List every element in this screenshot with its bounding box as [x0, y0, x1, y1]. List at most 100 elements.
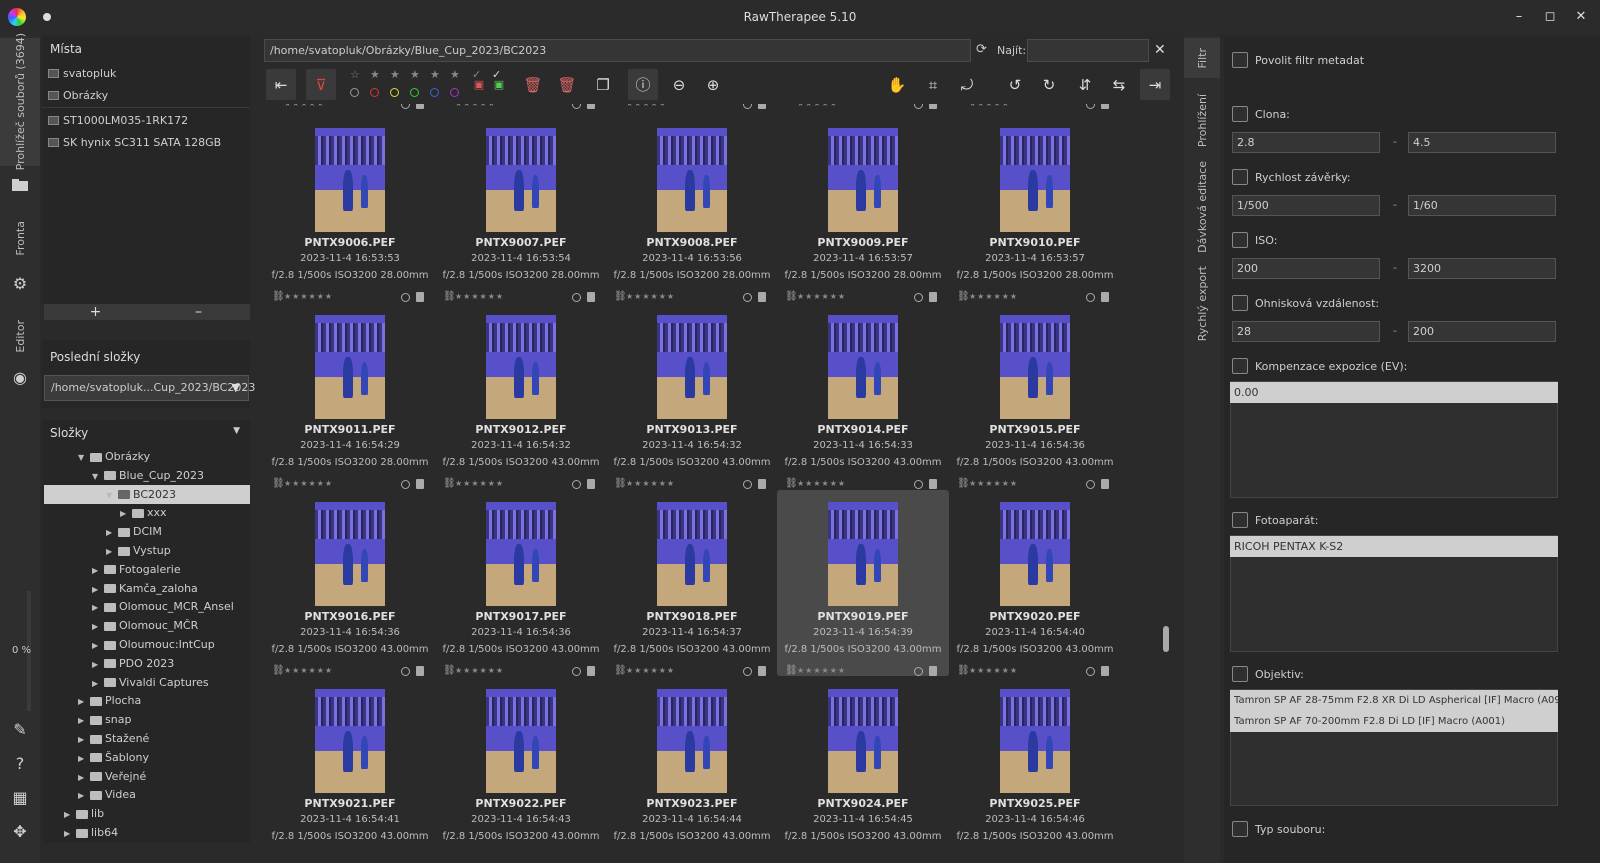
thumbnail-cell[interactable]: ⛓ ★★★★★★ PNTX9018.PEF 2023-11-4 16:54:37 f/2… — [606, 478, 778, 676]
collapsed-arrow-icon[interactable]: ▶ — [106, 523, 116, 542]
link-icon[interactable]: ⛓ — [785, 478, 798, 489]
collapsed-arrow-icon[interactable]: ▶ — [120, 504, 130, 523]
trash-icon[interactable] — [416, 479, 424, 489]
trash-icon[interactable] — [758, 104, 766, 109]
thumbnail-cell[interactable]: ⛓ ★★★★★★ PNTX9015.PEF 2023-11-4 16:54:36 f/2… — [949, 291, 1121, 489]
trash-icon[interactable] — [587, 292, 595, 302]
color-label-icon[interactable] — [572, 293, 581, 302]
color-label-icon[interactable] — [743, 480, 752, 489]
aperture-checkbox[interactable] — [1232, 106, 1248, 122]
folder-tree-item[interactable]: ▶ lib64 — [44, 823, 250, 842]
folder-tree-item[interactable]: ▶ Plocha — [44, 691, 250, 710]
focal-length-checkbox[interactable] — [1232, 295, 1248, 311]
thumbnail-image[interactable] — [486, 128, 556, 232]
collapsed-arrow-icon[interactable]: ▶ — [92, 561, 102, 580]
rating-stars-icon[interactable]: ★★★★★★ — [626, 479, 675, 488]
thumbnail-image[interactable] — [486, 315, 556, 419]
clear-find-icon[interactable]: ✕ — [1154, 42, 1166, 58]
shutter-to-input[interactable]: 1/60 — [1408, 195, 1556, 216]
color-label-red-icon[interactable] — [370, 88, 379, 97]
original-copy-icon[interactable]: ❐ — [592, 69, 614, 100]
color-label-yellow-icon[interactable] — [390, 88, 399, 97]
rating-stars-icon[interactable]: ★★★★★ — [797, 104, 838, 108]
link-icon[interactable]: ⛓ — [957, 478, 970, 489]
thumbnail-image[interactable] — [828, 128, 898, 232]
rotate-left-icon[interactable]: ↺ — [1002, 69, 1028, 100]
trash-icon[interactable] — [758, 292, 766, 302]
camera-value[interactable]: RICOH PENTAX K-S2 — [1230, 536, 1558, 557]
thumbnail-image[interactable] — [1000, 128, 1070, 232]
collapsed-arrow-icon[interactable]: ▶ — [92, 598, 102, 617]
filter-star-icon[interactable]: ★ — [430, 68, 440, 81]
folder-tree-item[interactable]: ▶ xxx — [44, 503, 250, 522]
rating-stars-icon[interactable]: ★★★★★★ — [797, 479, 846, 488]
thumbnail-image[interactable] — [828, 502, 898, 606]
collapsed-arrow-icon[interactable]: ▶ — [92, 655, 102, 674]
tab-queue[interactable]: Fronta — [0, 208, 40, 268]
camera-checkbox[interactable] — [1232, 512, 1248, 528]
thumbnail-cell[interactable]: ⛓ ★★★★★★ PNTX9025.PEF 2023-11-4 16:54:46 f/2… — [949, 665, 1121, 844]
folder-tree-item[interactable]: ▶ Olomouc_MCR_Ansel — [44, 597, 250, 616]
folder-tree-item[interactable]: ▶ Vystup — [44, 541, 250, 560]
thumbnail-cell[interactable]: ⛓ ★★★★★★ PNTX9013.PEF 2023-11-4 16:54:32 f/2… — [606, 291, 778, 489]
thumbnail-cell[interactable]: PNTX9008.PEF 2023-11-4 16:53:56 f/2.8 1/50… — [606, 116, 778, 302]
collapsed-arrow-icon[interactable]: ▶ — [106, 542, 116, 561]
color-label-icon[interactable] — [572, 480, 581, 489]
aperture-icon[interactable]: ◉ — [9, 366, 31, 388]
rating-stars-icon[interactable]: ★★★★★★ — [455, 292, 504, 301]
rating-stars-icon[interactable]: ★★★★★ — [455, 104, 496, 108]
folder-tree-item[interactable]: ▶ Olomouc_MČR — [44, 616, 250, 635]
new-editor-icon[interactable]: ✎ — [9, 718, 31, 740]
toggle-left-panel-icon[interactable]: ⇤ — [266, 69, 296, 100]
shutter-checkbox[interactable] — [1232, 169, 1248, 185]
color-label-blue-icon[interactable] — [430, 88, 439, 97]
link-icon[interactable]: ⛓ — [272, 478, 285, 489]
thumbnail-image[interactable] — [486, 502, 556, 606]
folder-tree-item[interactable]: ▶ Vivaldi Captures — [44, 673, 250, 692]
thumbnail-cell[interactable]: ⛓ ★★★★★★ PNTX9016.PEF 2023-11-4 16:54:36 f/2… — [264, 478, 436, 676]
filter-star-icon[interactable]: ☆ — [350, 68, 360, 81]
folder-tree-item[interactable]: ▶ Videa — [44, 785, 250, 804]
place-item[interactable]: SK hynix SC311 SATA 128GB — [42, 131, 250, 153]
thumbnail-image[interactable] — [657, 689, 727, 793]
color-label-icon[interactable] — [743, 293, 752, 302]
filter-clear-icon[interactable]: ⊽ — [306, 69, 336, 100]
thumbnail-image[interactable] — [828, 689, 898, 793]
rotate-right-icon[interactable]: ↻ — [1036, 69, 1062, 100]
thumbnail-image[interactable] — [315, 502, 385, 606]
thumbnail-image[interactable] — [657, 315, 727, 419]
flip-horizontal-icon[interactable]: ⇆ — [1106, 69, 1132, 100]
color-label-green-icon[interactable] — [410, 88, 419, 97]
folder-tree-item[interactable]: ▶ Fotogalerie — [44, 560, 250, 579]
folder-tree-item[interactable]: ▶ Stažené — [44, 729, 250, 748]
thumbnail-image[interactable] — [828, 315, 898, 419]
metadata-filter-checkbox[interactable] — [1232, 52, 1248, 68]
color-label-icon[interactable] — [914, 293, 923, 302]
collapsed-arrow-icon[interactable]: ▶ — [64, 824, 74, 843]
add-place-button[interactable]: + — [44, 304, 147, 320]
fullscreen-move-icon[interactable]: ✥ — [9, 820, 31, 842]
thumbnail-cell[interactable]: PNTX9006.PEF 2023-11-4 16:53:53 f/2.8 1/50… — [264, 116, 436, 302]
thumbnail-cell[interactable]: ⛓ ★★★★★★ PNTX9022.PEF 2023-11-4 16:54:43 f/2… — [435, 665, 607, 844]
folder-tree-item[interactable]: ▶ snap — [44, 710, 250, 729]
show-trash-icon[interactable]: 🗑 — [556, 69, 578, 100]
tab-batch-edit[interactable]: Dávková editace — [1184, 161, 1220, 253]
expanded-arrow-icon[interactable]: ▼ — [78, 448, 88, 467]
expanded-arrow-icon[interactable]: ▼ — [92, 467, 102, 486]
straighten-icon[interactable]: ⤾ — [954, 69, 980, 100]
exposure-comp-value[interactable]: 0.00 — [1230, 382, 1558, 403]
folder-tree-item[interactable]: ▶ Kamča_zaloha — [44, 579, 250, 598]
rating-stars-icon[interactable]: ★★★★★★ — [455, 479, 504, 488]
filter-star-icon[interactable]: ★ — [390, 68, 400, 81]
shutter-from-input[interactable]: 1/500 — [1232, 195, 1380, 216]
toggle-right-panel-icon[interactable]: ⇥ — [1140, 69, 1170, 100]
filter-star-icon[interactable]: ★ — [450, 68, 460, 81]
focal-from-input[interactable]: 28 — [1232, 321, 1380, 342]
trash-icon[interactable] — [1101, 479, 1109, 489]
rating-stars-icon[interactable]: ★★★★★★ — [969, 666, 1018, 675]
filter-star-icon[interactable]: ★ — [370, 68, 380, 81]
trash-icon[interactable] — [587, 104, 595, 109]
folder-tree-item[interactable]: ▼ Blue_Cup_2023 — [44, 466, 250, 485]
minimize-button[interactable]: – — [1510, 8, 1528, 26]
rating-stars-icon[interactable]: ★★★★★★ — [626, 292, 675, 301]
